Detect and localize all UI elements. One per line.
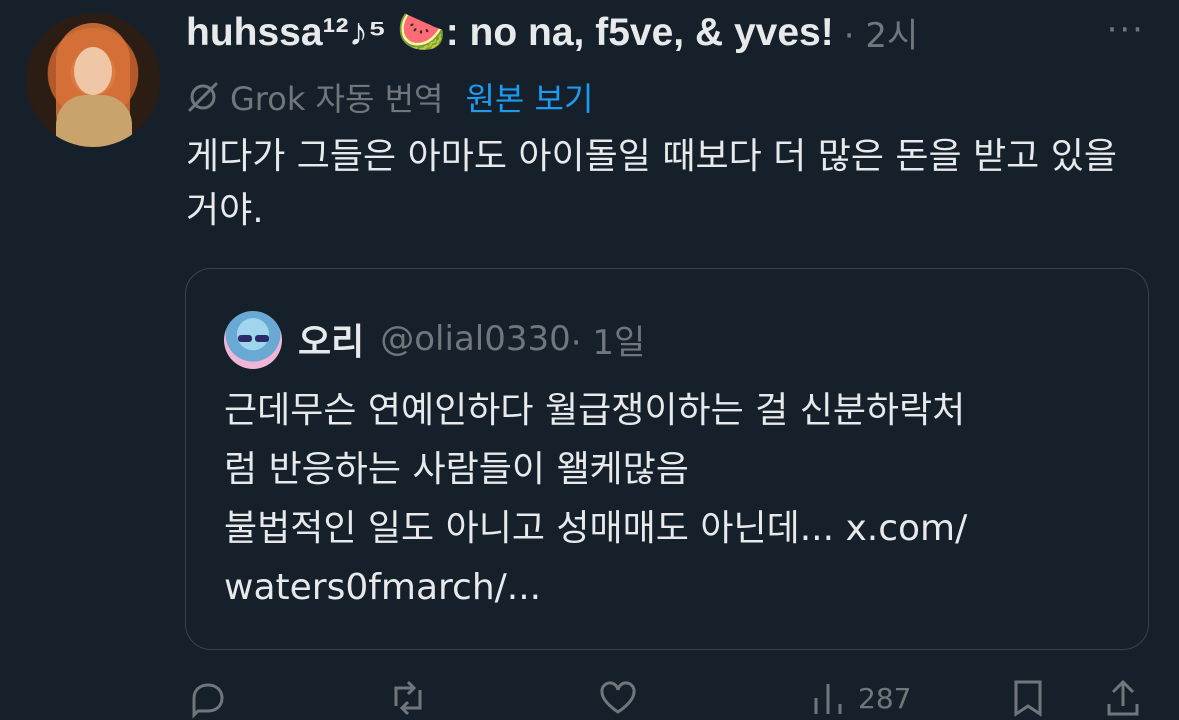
quote-text-line: 럼 반응하는 사람들이 왤케많음 [224, 449, 689, 490]
views-icon [814, 684, 842, 714]
quote-author-avatar[interactable] [224, 311, 282, 369]
avatar-body [56, 95, 132, 147]
tweet-text: 게다가 그들은 아마도 아이돌일 때보다 더 많은 돈을 받고 있을 거야. [186, 136, 1117, 231]
repost-button[interactable] [386, 676, 430, 720]
author-display-name[interactable]: huhssa¹²♪⁵ 🍉: no na, f5ve, & yves! [186, 9, 834, 55]
quote-timestamp[interactable]: · 1일 [571, 315, 646, 364]
quote-text-line[interactable]: 불법적인 일도 아니고 성매매도 아닌데... x.com/ [224, 499, 1124, 558]
repost-icon [394, 680, 422, 716]
author-avatar[interactable] [26, 13, 160, 147]
reply-button[interactable] [186, 676, 230, 720]
avatar-eye [238, 335, 252, 342]
quote-header: 오리 @olial0330 · 1일 [298, 313, 645, 365]
translation-bar: Grok 자동 번역 원본 보기 [186, 74, 593, 120]
quote-text-line: 근데무슨 연예인하다 월급쟁이하는 걸 신분하락처 [224, 390, 966, 431]
more-options-icon[interactable]: ··· [1107, 13, 1145, 47]
quoted-tweet[interactable]: 오리 @olial0330 · 1일 근데무슨 연예인하다 월급쟁이하는 걸 신… [185, 268, 1149, 650]
show-original-link[interactable]: 원본 보기 [465, 74, 593, 120]
grok-slash-icon [188, 82, 218, 112]
tweet[interactable]: huhssa¹²♪⁵ 🍉: no na, f5ve, & yves! · 2시 … [0, 0, 1179, 719]
like-icon [600, 681, 636, 714]
action-bar: 287 [186, 676, 1146, 719]
share-icon [1107, 679, 1139, 716]
views-button[interactable]: 287 [806, 676, 911, 720]
quote-display-name[interactable]: 오리 [298, 313, 364, 365]
tweet-timestamp[interactable]: · 2시 [844, 8, 919, 57]
quote-text-line[interactable]: waters0fmarch/... [224, 558, 1124, 617]
like-button[interactable] [596, 676, 640, 720]
avatar-face [74, 47, 112, 95]
bookmark-button[interactable] [1006, 676, 1050, 720]
reply-icon [192, 683, 224, 719]
quote-handle[interactable]: @olial0330 [380, 319, 571, 359]
bookmark-icon [1014, 680, 1042, 717]
translation-label: Grok 자동 번역 [230, 80, 444, 118]
avatar-eye [255, 335, 269, 342]
tweet-header: huhssa¹²♪⁵ 🍉: no na, f5ve, & yves! · 2시 [186, 8, 918, 56]
views-count: 287 [858, 681, 912, 715]
share-button[interactable] [1101, 676, 1145, 720]
quote-text: 근데무슨 연예인하다 월급쟁이하는 걸 신분하락처 럼 반응하는 사람들이 왤케… [224, 381, 1124, 617]
